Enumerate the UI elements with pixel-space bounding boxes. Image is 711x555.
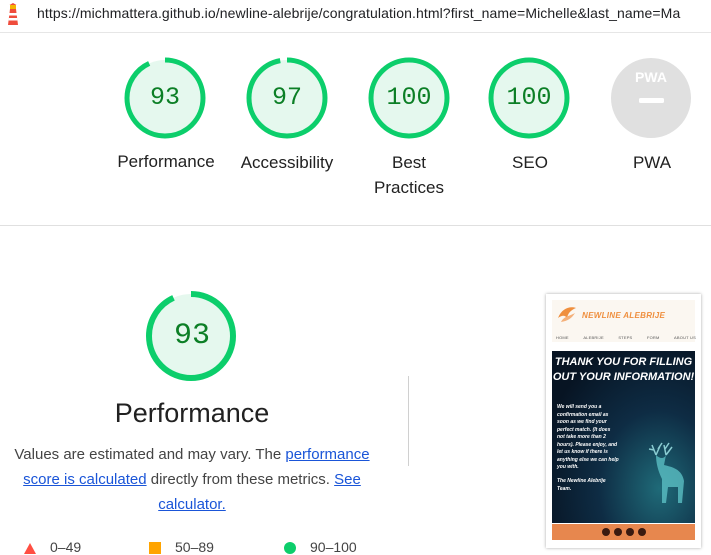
performance-description: Values are estimated and may vary. The p… <box>8 442 376 517</box>
thumb-body: We will send you a confirmation email as… <box>557 404 619 470</box>
thumb-brand: NEWLINE ALEBRIJE <box>582 311 666 320</box>
final-screenshot[interactable]: NEWLINE ALEBRIJE HOME ALEBRIJE STEPS FOR… <box>546 294 701 548</box>
page-url[interactable]: https://michmattera.github.io/newline-al… <box>37 5 680 21</box>
gauge-score: 97 <box>271 83 302 112</box>
legend-pass: 90–100 <box>284 539 357 555</box>
circle-icon <box>284 542 296 555</box>
gauge-performance[interactable]: 93 <box>124 57 208 141</box>
gauge-pwa[interactable]: PWA <box>610 57 694 141</box>
legend-fail: 0–49 <box>24 539 81 555</box>
github-icon <box>637 528 646 536</box>
thumb-nav-item: ABOUT US <box>674 335 696 340</box>
gauge-score: 100 <box>386 83 432 112</box>
thumb-nav-item: STEPS <box>618 335 633 340</box>
lighthouse-logo-icon <box>8 3 18 25</box>
square-icon <box>149 542 161 555</box>
glowing-deer-icon <box>648 442 684 503</box>
vertical-divider <box>408 376 409 466</box>
gauge-score: 93 <box>149 83 180 112</box>
thumb-nav: HOME ALEBRIJE STEPS FORM ABOUT US <box>556 335 696 340</box>
performance-title: Performance <box>114 398 270 428</box>
address-bar: https://michmattera.github.io/newline-al… <box>0 0 711 33</box>
legend-label: 50–89 <box>175 539 214 555</box>
pwa-badge-text: PWA <box>635 69 667 85</box>
thumb-header: NEWLINE ALEBRIJE HOME ALEBRIJE STEPS FOR… <box>552 300 696 342</box>
gauge-seo[interactable]: 100 <box>488 57 572 141</box>
thumb-nav-item: ALEBRIJE <box>583 335 604 340</box>
instagram-icon <box>601 528 610 536</box>
gauge-label-seo: SEO <box>512 153 548 172</box>
facebook-icon <box>613 528 622 536</box>
gauge-accessibility[interactable]: 97 <box>246 57 330 141</box>
section-divider <box>0 225 711 226</box>
triangle-icon <box>24 542 36 554</box>
thumb-nav-item: FORM <box>646 335 660 340</box>
desc-text: Values are estimated and may vary. The <box>14 446 286 463</box>
thumb-nav-item: HOME <box>556 335 569 340</box>
gauge-label-best-practices: Best Practices <box>374 153 444 197</box>
gauge-best-practices[interactable]: 100 <box>368 57 452 141</box>
gauge-label-performance: Performance <box>117 152 215 171</box>
alebrije-logo-icon <box>558 307 576 322</box>
gauge-label-pwa: PWA <box>632 153 672 172</box>
youtube-icon <box>625 528 634 536</box>
gauge-label-accessibility: Accessibility <box>240 153 334 172</box>
legend-label: 90–100 <box>310 539 357 555</box>
performance-score: 93 <box>173 319 210 353</box>
thumb-footer <box>552 524 695 540</box>
thumb-title: THANK YOU FOR FILLING OUT YOUR INFORMATI… <box>552 356 695 383</box>
legend-label: 0–49 <box>50 539 82 555</box>
thumb-team: The Newline Alebrije Team. <box>557 478 606 492</box>
thumb-hero: THANK YOU FOR FILLING OUT YOUR INFORMATI… <box>552 351 695 523</box>
gauge-score: 100 <box>506 83 552 112</box>
desc-text: directly from these metrics. <box>146 471 335 488</box>
legend-average: 50–89 <box>149 539 214 555</box>
